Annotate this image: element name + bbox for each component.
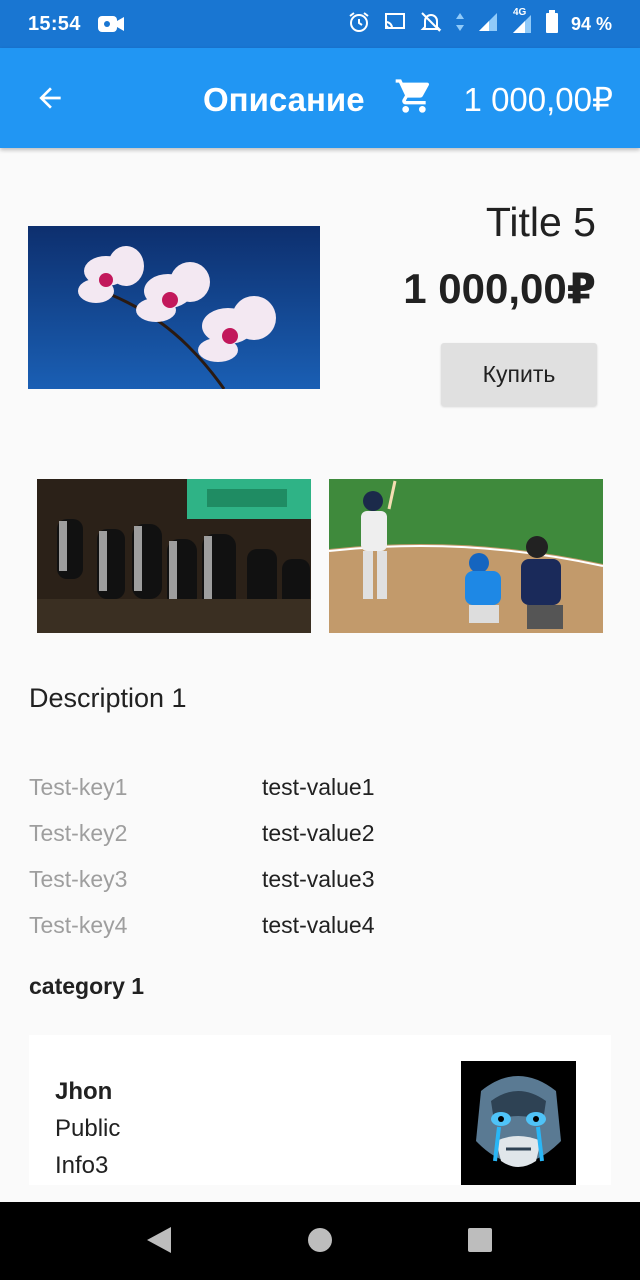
avatar (461, 1061, 576, 1185)
nav-recents-button[interactable] (464, 1226, 496, 1258)
seller-card[interactable]: Jhon Public Info3 (29, 1035, 611, 1185)
buy-button[interactable]: Купить (441, 343, 597, 406)
status-icons: 4G 94 % (347, 7, 612, 39)
seller-info: Info3 (55, 1152, 109, 1179)
property-key: Test-key4 (29, 911, 128, 938)
properties-list: Test-key1 test-value1 Test-key2 test-val… (29, 764, 589, 948)
nav-back-button[interactable] (143, 1226, 175, 1258)
back-button[interactable] (28, 78, 72, 122)
app-bar: Описание 1 000,00₽ (0, 48, 640, 148)
status-bar: 15:54 4G 94 % (0, 0, 640, 48)
battery-percent: 94 % (570, 13, 612, 34)
status-time: 15:54 (28, 12, 81, 35)
property-value: test-value4 (262, 911, 375, 938)
video-camera-icon (97, 13, 125, 35)
product-thumbnail[interactable] (37, 479, 311, 633)
alarm-icon (347, 10, 371, 39)
property-key: Test-key3 (29, 865, 128, 892)
network-type: 4G (512, 7, 527, 18)
property-row: Test-key1 test-value1 (29, 764, 589, 810)
product-price: 1 000,00₽ (403, 265, 596, 312)
shopping-cart-icon (394, 76, 434, 121)
cast-icon (383, 11, 407, 38)
cart-button[interactable] (392, 76, 436, 120)
network-signal-icon: 4G (511, 7, 533, 35)
cart-total: 1 000,00₽ (463, 81, 613, 118)
circle-home-icon (306, 1226, 334, 1259)
property-row: Test-key2 test-value2 (29, 810, 589, 856)
system-nav-bar (0, 1202, 640, 1280)
product-description: Description 1 (29, 683, 187, 713)
battery-icon (545, 9, 559, 39)
property-value: test-value3 (262, 865, 375, 892)
product-category[interactable]: category 1 (29, 970, 144, 1002)
triangle-back-icon (145, 1225, 173, 1260)
property-row: Test-key3 test-value3 (29, 856, 589, 902)
signal-icon (477, 11, 499, 38)
nav-home-button[interactable] (304, 1226, 336, 1258)
arrow-back-icon (34, 82, 66, 119)
data-arrows-icon (455, 11, 465, 38)
property-value: test-value1 (262, 773, 375, 800)
product-thumbnail[interactable] (329, 479, 603, 633)
property-key: Test-key2 (29, 819, 128, 846)
product-title: Title 5 (485, 199, 596, 245)
property-value: test-value2 (262, 819, 375, 846)
page-title: Описание (203, 81, 365, 118)
seller-name: Jhon (55, 1078, 113, 1105)
product-main-image[interactable] (28, 226, 320, 389)
notifications-off-icon (419, 10, 443, 39)
property-row: Test-key4 test-value4 (29, 902, 589, 948)
square-recents-icon (466, 1226, 494, 1259)
property-key: Test-key1 (29, 773, 128, 800)
seller-type: Public (55, 1115, 121, 1142)
